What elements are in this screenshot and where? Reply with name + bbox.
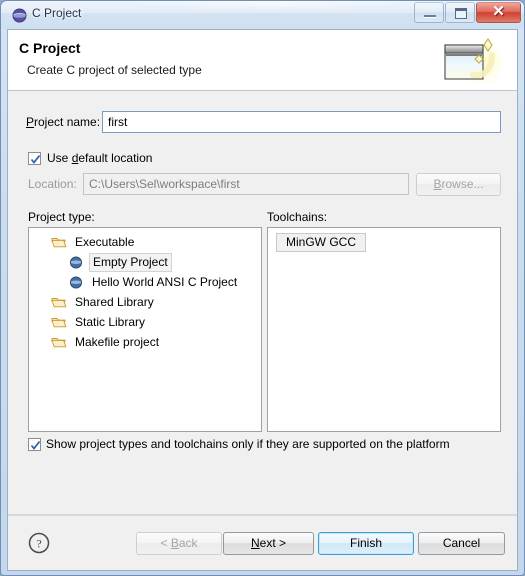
folder-icon <box>51 298 67 308</box>
toolchains-list[interactable]: MinGW GCC <box>267 227 501 432</box>
folder-icon <box>51 338 67 348</box>
page-title: C Project <box>19 40 81 56</box>
project-name-label: Project name: <box>26 115 101 129</box>
tree-item-label: Makefile project <box>75 335 160 349</box>
eclipse-icon <box>12 8 27 23</box>
use-default-location-label: Use default location <box>47 151 153 165</box>
tree-item-label: Static Library <box>75 315 146 329</box>
project-name-input[interactable]: first <box>102 111 501 133</box>
toolchain-item-mingw-gcc[interactable]: MinGW GCC <box>276 233 366 252</box>
project-icon <box>69 256 83 269</box>
toolchains-label: Toolchains: <box>267 210 328 224</box>
folder-icon <box>51 238 67 248</box>
project-type-label: Project type: <box>28 210 95 224</box>
location-input: C:\Users\Sel\workspace\first <box>83 173 409 195</box>
browse-button[interactable]: Browse... <box>416 173 501 196</box>
checkmark-icon <box>30 440 41 450</box>
close-icon: ✕ <box>492 4 505 20</box>
minimize-icon <box>424 15 436 18</box>
next-button[interactable]: Next > <box>223 532 314 555</box>
project-type-tree[interactable]: Executable Empty Project Hello World ANSI … <box>28 227 262 432</box>
dialog-body: Project name: first Use default location… <box>7 90 518 514</box>
checkmark-icon <box>30 154 41 164</box>
tree-item-label: Shared Library <box>75 295 154 309</box>
minimize-button[interactable] <box>414 2 444 23</box>
footer-separator <box>8 515 517 516</box>
tree-item-label: Hello World ANSI C Project <box>92 275 238 289</box>
maximize-icon <box>455 8 467 19</box>
tree-item-label: Executable <box>75 235 135 249</box>
page-description: Create C project of selected type <box>27 63 202 77</box>
window-title: C Project <box>32 6 82 20</box>
titlebar-glow <box>121 1 421 11</box>
help-icon[interactable]: ? <box>28 532 50 554</box>
cancel-button[interactable]: Cancel <box>418 532 505 555</box>
maximize-button[interactable] <box>445 2 475 23</box>
svg-text:?: ? <box>36 537 41 551</box>
show-supported-label: Show project types and toolchains only i… <box>46 437 450 451</box>
dialog-window: C Project ✕ C Project Create C project o… <box>0 0 525 576</box>
project-icon <box>69 276 83 289</box>
close-button[interactable]: ✕ <box>476 2 521 23</box>
dialog-footer: ? < Back Next > Finish Cancel <box>7 514 518 571</box>
tree-item-label: Empty Project <box>89 253 172 272</box>
folder-icon <box>51 318 67 328</box>
show-supported-checkbox[interactable] <box>28 438 41 451</box>
new-project-wizard-icon <box>444 38 505 87</box>
back-button[interactable]: < Back <box>136 532 222 555</box>
use-default-location-checkbox[interactable] <box>28 152 41 165</box>
wizard-header: C Project Create C project of selected t… <box>7 29 518 90</box>
location-label: Location: <box>28 177 77 191</box>
title-bar: C Project ✕ <box>1 1 524 29</box>
finish-button[interactable]: Finish <box>318 532 414 555</box>
